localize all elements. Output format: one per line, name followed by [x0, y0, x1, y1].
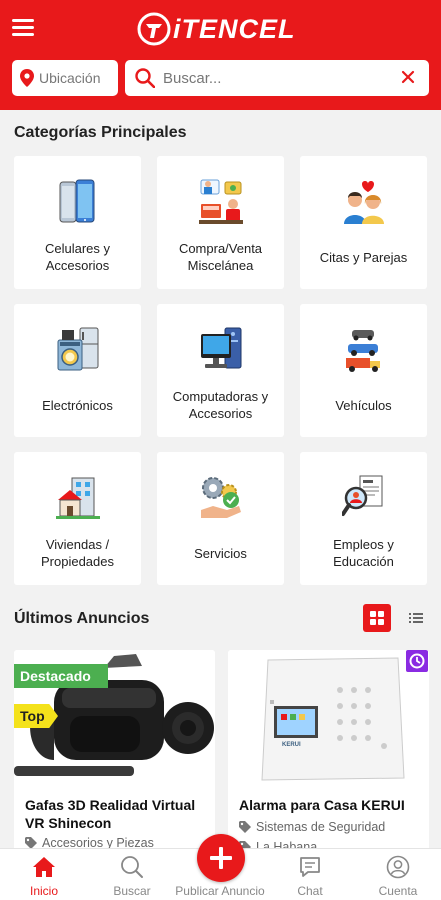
ad-category: Sistemas de Seguridad: [239, 820, 385, 834]
categories-title: Categorías Principales: [14, 124, 187, 141]
category-label: Celulares y Accesorios: [44, 241, 111, 273]
account-icon: [386, 855, 410, 879]
list-view-button[interactable]: [402, 604, 430, 632]
ad-category-text: Sistemas de Seguridad: [256, 820, 386, 834]
top-badge: Top: [14, 704, 58, 728]
category-dating[interactable]: Citas y Parejas: [300, 156, 427, 289]
logo-text: iTENCEL: [173, 14, 296, 44]
list-icon: [409, 613, 423, 623]
category-label: Vehículos: [335, 398, 392, 413]
nav-label: Cuenta: [378, 884, 418, 898]
chat-icon: [300, 857, 320, 877]
category-buy-sell[interactable]: Compra/Venta Miscelánea: [157, 156, 284, 289]
category-label: Servicios: [194, 546, 247, 561]
category-electronics[interactable]: Electrónicos: [14, 304, 141, 437]
location-label: Ubicación: [39, 70, 101, 86]
category-housing[interactable]: Viviendas / Propiedades: [14, 452, 141, 585]
category-label: Computadoras y Accesorios: [172, 389, 269, 421]
search-input[interactable]: [163, 69, 393, 87]
category-services[interactable]: Servicios: [157, 452, 284, 585]
device-brand-text: KERUI: [282, 742, 301, 748]
logo-emblem-icon: [137, 12, 171, 46]
jobs-icon: [342, 475, 383, 516]
search-icon: [135, 68, 155, 88]
couple-icon: [344, 181, 384, 224]
category-jobs[interactable]: Empleos y Educación: [300, 452, 427, 585]
app-header: iTENCEL Ubicación: [0, 0, 441, 110]
home-icon: [33, 857, 55, 877]
computer-icon: [201, 327, 242, 369]
search-bar: [125, 60, 429, 96]
house-icon: [56, 477, 100, 519]
category-computers[interactable]: Computadoras y Accesorios: [157, 304, 284, 437]
ad-card[interactable]: Destacado Top Gafas 3D Realidad Virtual …: [14, 650, 215, 860]
phone-icon: [59, 179, 95, 223]
category-label: Empleos y Educación: [333, 537, 394, 569]
tag-icon: [239, 821, 251, 833]
nav-label: Inicio: [29, 884, 58, 898]
category-label: Electrónicos: [42, 398, 113, 413]
vehicles-icon: [346, 330, 380, 372]
location-pin-icon: [20, 69, 34, 87]
appliances-icon: [57, 327, 99, 371]
logo: iTENCEL: [137, 10, 307, 48]
grid-view-button[interactable]: [363, 604, 391, 632]
shop-icon: [199, 179, 243, 224]
featured-badge: Destacado: [14, 664, 108, 688]
services-icon: [201, 477, 241, 518]
location-selector[interactable]: Ubicación: [12, 60, 118, 96]
category-label: Viviendas / Propiedades: [41, 537, 114, 569]
category-phones[interactable]: Celulares y Accesorios: [14, 156, 141, 289]
nav-search[interactable]: Buscar: [92, 849, 172, 900]
clear-icon[interactable]: [399, 68, 417, 86]
nav-label: Chat: [297, 884, 323, 898]
grid-icon: [370, 611, 384, 625]
nav-account[interactable]: Cuenta: [358, 849, 438, 900]
search-icon: [121, 856, 143, 878]
nav-home[interactable]: Inicio: [4, 849, 84, 900]
publish-ad-button[interactable]: [197, 834, 245, 882]
nav-label: Publicar Anuncio: [175, 884, 265, 898]
category-vehicles[interactable]: Vehículos: [300, 304, 427, 437]
ad-title: Alarma para Casa KERUI: [239, 797, 405, 813]
ad-title: Gafas 3D Realidad Virtual VR Shinecon: [25, 797, 196, 831]
category-label: Compra/Venta Miscelánea: [178, 241, 263, 273]
nav-label: Buscar: [113, 884, 151, 898]
category-label: Citas y Parejas: [319, 250, 408, 265]
nav-chat[interactable]: Chat: [270, 849, 350, 900]
clock-badge-icon: [406, 650, 428, 672]
alarm-panel-image: [228, 650, 429, 790]
menu-icon[interactable]: [12, 19, 34, 37]
latest-ads-title: Últimos Anuncios: [14, 610, 150, 627]
ad-card[interactable]: KERUI Alarma para Casa KERUI Sistemas de…: [228, 650, 429, 860]
